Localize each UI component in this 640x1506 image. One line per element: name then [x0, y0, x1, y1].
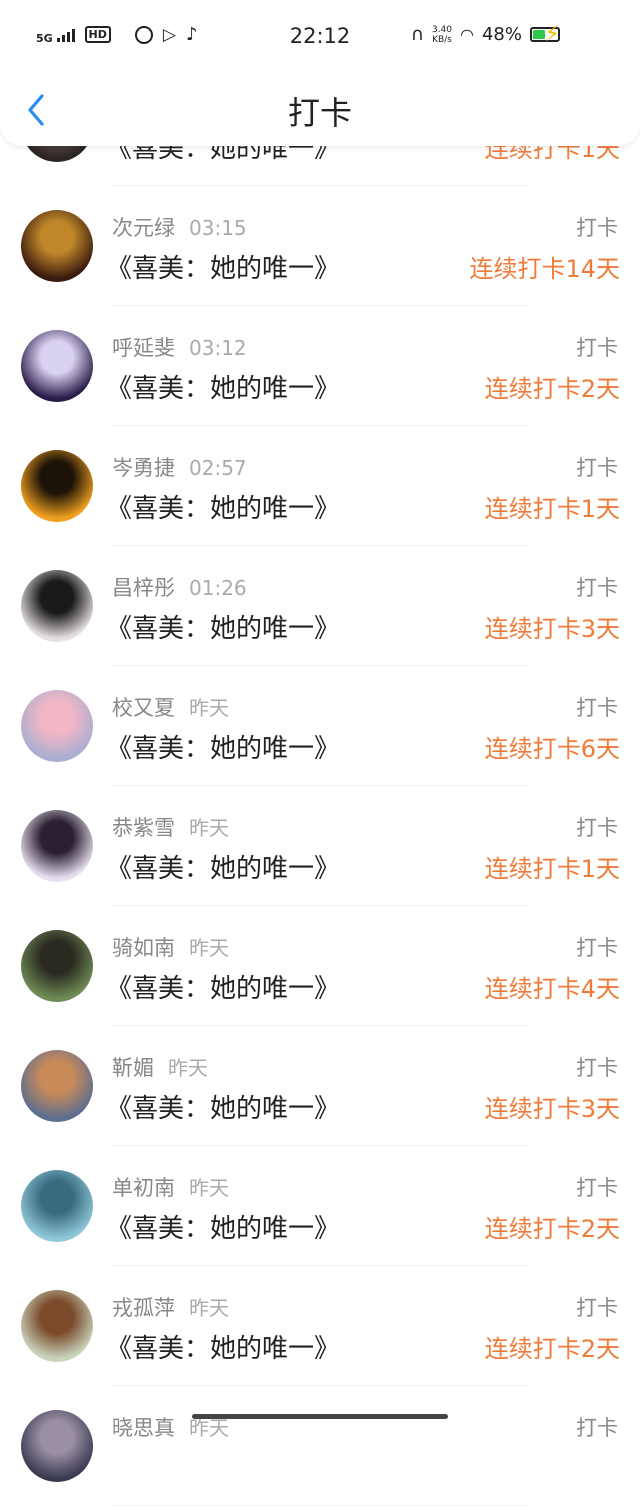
- user-name[interactable]: 恭紫雪: [112, 816, 175, 840]
- streak-count: 连续打卡6天: [484, 735, 620, 763]
- list-item[interactable]: 呼延斐 03:12 《喜美：她的唯一》 打卡连续打卡2天: [0, 306, 640, 426]
- checkin-label: 打卡: [576, 216, 618, 240]
- checkin-label: 打卡: [576, 1176, 618, 1200]
- streak-count: 连续打卡3天: [484, 615, 620, 643]
- wifi-icon: ◠: [460, 25, 474, 44]
- streak-count: 连续打卡2天: [484, 1215, 620, 1243]
- user-name[interactable]: 昌梓彤: [112, 576, 175, 600]
- avatar[interactable]: [21, 930, 93, 1002]
- network-speed: 3.40 KB/s: [431, 24, 453, 45]
- list-item[interactable]: 戎孤萍 昨天《喜美：她的唯一》 打卡连续打卡2天: [0, 1266, 640, 1386]
- list-item[interactable]: 单初南 昨天《喜美：她的唯一》 打卡连续打卡2天: [0, 1146, 640, 1266]
- list-item[interactable]: 岑勇捷 02:57 《喜美：她的唯一》 打卡连续打卡1天: [0, 426, 640, 546]
- home-indicator[interactable]: [192, 1414, 448, 1419]
- streak-count: 连续打卡1天: [484, 855, 620, 883]
- list-item[interactable]: 骑如南 昨天《喜美：她的唯一》 打卡连续打卡4天: [0, 906, 640, 1026]
- user-meta: 校又夏 昨天: [112, 692, 229, 722]
- streak-count: 连续打卡2天: [484, 375, 620, 403]
- checkin-time: 昨天: [189, 936, 229, 960]
- checkin-time: 03:15: [189, 216, 247, 240]
- headphones-icon: ∩: [410, 24, 424, 45]
- user-meta: 岑勇捷 02:57: [112, 452, 247, 482]
- user-meta: 呼延斐 03:12: [112, 332, 247, 362]
- page-title: 打卡: [287, 94, 352, 132]
- avatar[interactable]: [21, 690, 93, 762]
- list-item[interactable]: 靳媚 昨天《喜美：她的唯一》 打卡连续打卡3天: [0, 1026, 640, 1146]
- user-meta: 次元绿 03:15: [112, 212, 247, 242]
- user-name[interactable]: 晓思真: [112, 1416, 175, 1440]
- user-name[interactable]: 单初南: [112, 1176, 175, 1200]
- list-item[interactable]: 恭紫雪 昨天《喜美：她的唯一》 打卡连续打卡1天: [0, 786, 640, 906]
- checkin-time: 昨天: [189, 1296, 229, 1320]
- book-title[interactable]: 《喜美：她的唯一》: [106, 1328, 340, 1365]
- user-meta: 昌梓彤 01:26: [112, 572, 247, 602]
- book-title[interactable]: 《喜美：她的唯一》: [106, 1208, 340, 1245]
- user-meta: 靳媚 昨天: [112, 1052, 208, 1082]
- user-name[interactable]: 戎孤萍: [112, 1296, 175, 1320]
- list-item[interactable]: 次元绿 03:15 《喜美：她的唯一》 打卡连续打卡14天: [0, 186, 640, 306]
- avatar[interactable]: [21, 1050, 93, 1122]
- checkin-label: 打卡: [576, 1416, 618, 1440]
- streak-count: 连续打卡14天: [469, 255, 620, 283]
- avatar[interactable]: [21, 570, 93, 642]
- user-name[interactable]: 校又夏: [112, 696, 175, 720]
- user-name[interactable]: 次元绿: [112, 216, 175, 240]
- checkin-label: 打卡: [576, 816, 618, 840]
- book-title[interactable]: 《喜美：她的唯一》: [106, 968, 340, 1005]
- user-meta: 单初南 昨天: [112, 1172, 229, 1202]
- book-title[interactable]: 《喜美：她的唯一》: [106, 368, 340, 405]
- avatar[interactable]: [21, 1170, 93, 1242]
- avatar[interactable]: [21, 210, 93, 282]
- book-title[interactable]: 《喜美：她的唯一》: [106, 608, 340, 645]
- book-title[interactable]: 《喜美：她的唯一》: [106, 848, 340, 885]
- user-name[interactable]: 靳媚: [112, 1056, 154, 1080]
- user-meta: 恭紫雪 昨天: [112, 812, 229, 842]
- checkin-time: 昨天: [189, 696, 229, 720]
- streak-count: 连续打卡3天: [484, 1095, 620, 1123]
- top-bar: 5G HD ▷ ♪ 22:12 ∩ 3.40 KB/s ◠ 48% ⚡ 打卡: [0, 0, 640, 146]
- checkin-time: 昨天: [189, 1416, 229, 1440]
- status-bar: 5G HD ▷ ♪ 22:12 ∩ 3.40 KB/s ◠ 48% ⚡: [0, 0, 640, 74]
- checkin-label: 打卡: [576, 456, 618, 480]
- avatar[interactable]: [21, 450, 93, 522]
- checkin-label: 打卡: [576, 1296, 618, 1320]
- user-name[interactable]: 骑如南: [112, 936, 175, 960]
- book-title[interactable]: 《喜美：她的唯一》: [106, 728, 340, 765]
- checkin-time: 03:12: [189, 336, 247, 360]
- streak-count: 连续打卡2天: [484, 1335, 620, 1363]
- checkin-time: 01:26: [189, 576, 247, 600]
- checkin-time: 昨天: [168, 1056, 208, 1080]
- avatar[interactable]: [21, 1410, 93, 1482]
- checkin-label: 打卡: [576, 576, 618, 600]
- checkin-label: 打卡: [576, 936, 618, 960]
- list-item[interactable]: 昌梓彤 01:26 《喜美：她的唯一》 打卡连续打卡3天: [0, 546, 640, 666]
- avatar[interactable]: [21, 330, 93, 402]
- battery-percent: 48%: [481, 24, 522, 45]
- book-title[interactable]: 《喜美：她的唯一》: [106, 488, 340, 525]
- book-title[interactable]: 《喜美：她的唯一》: [106, 248, 340, 285]
- user-name[interactable]: 呼延斐: [112, 336, 175, 360]
- user-meta: 戎孤萍 昨天: [112, 1292, 229, 1322]
- streak-count: 连续打卡4天: [484, 975, 620, 1003]
- list-item[interactable]: 校又夏 昨天《喜美：她的唯一》 打卡连续打卡6天: [0, 666, 640, 786]
- streak-count: 连续打卡1天: [484, 495, 620, 523]
- avatar[interactable]: [21, 1290, 93, 1362]
- avatar[interactable]: [21, 810, 93, 882]
- checkin-label: 打卡: [576, 1056, 618, 1080]
- checkin-time: 昨天: [189, 816, 229, 840]
- book-title[interactable]: 《喜美：她的唯一》: [106, 1088, 340, 1125]
- checkin-time: 02:57: [189, 456, 247, 480]
- charging-bolt-icon: ⚡: [544, 22, 560, 47]
- list-item[interactable]: 晓思真 昨天 打卡: [0, 1386, 640, 1506]
- checkin-label: 打卡: [576, 336, 618, 360]
- checkin-time: 昨天: [189, 1176, 229, 1200]
- checkin-list: 《喜美：她的唯一》 连续打卡1天 次元绿 03:15 《喜美：她的唯一》 打卡 连续打卡14…: [0, 66, 640, 1506]
- checkin-label: 打卡: [576, 696, 618, 720]
- user-name[interactable]: 岑勇捷: [112, 456, 175, 480]
- nav-header: 打卡: [0, 74, 640, 146]
- user-meta: 骑如南 昨天: [112, 932, 229, 962]
